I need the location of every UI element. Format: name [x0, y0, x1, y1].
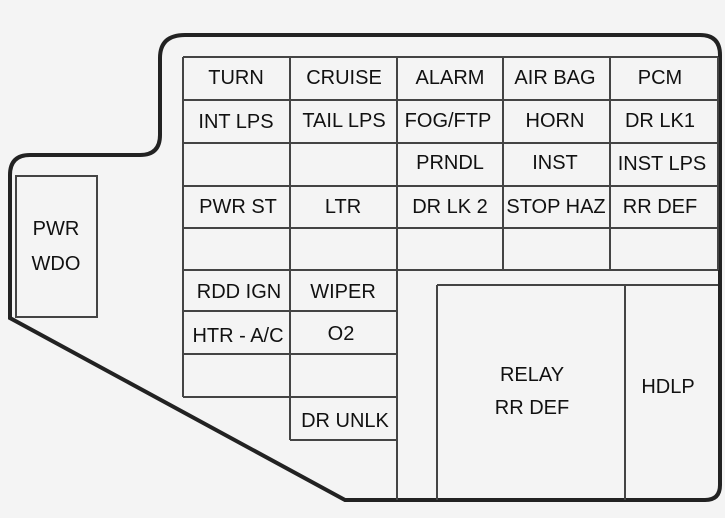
fuse-htr-ac: HTR - A/C: [192, 325, 284, 347]
fuse-stop-haz: STOP HAZ: [506, 196, 606, 218]
fuse-cruise: CRUISE: [306, 67, 382, 89]
fuse-air-bag: AIR BAG: [514, 67, 596, 89]
fuse-dr-lk-2: DR LK 2: [412, 196, 488, 218]
pwr-wdo-label-2: WDO: [31, 253, 81, 275]
fuse-horn: HORN: [525, 110, 585, 132]
relay-label-1: RELAY: [499, 364, 565, 386]
fuse-o2: O2: [327, 323, 355, 345]
fuse-tail-lps: TAIL LPS: [302, 110, 386, 132]
fuse-rdd-ign: RDD IGN: [196, 281, 282, 303]
fuse-prndl: PRNDL: [416, 152, 484, 174]
fuse-wiper: WIPER: [310, 281, 376, 303]
fuse-int-lps: INT LPS: [198, 111, 274, 133]
fuse-pcm: PCM: [637, 67, 683, 89]
pwr-wdo-block: [15, 175, 98, 318]
fuse-dr-unlk: DR UNLK: [301, 410, 389, 432]
pwr-wdo-label-1: PWR: [32, 218, 80, 240]
fuse-dr-lk1: DR LK1: [624, 110, 696, 132]
hdlp-label: HDLP: [641, 376, 695, 398]
relay-label-2: RR DEF: [494, 397, 570, 419]
fuse-inst-lps: INST LPS: [617, 153, 707, 175]
fuse-turn: TURN: [208, 67, 264, 89]
fuse-alarm: ALARM: [415, 67, 485, 89]
fuse-fog-ftp: FOG/FTP: [404, 110, 492, 132]
fuse-ltr: LTR: [324, 196, 362, 218]
fuse-pwr-st: PWR ST: [199, 196, 277, 218]
fuse-rr-def: RR DEF: [622, 196, 698, 218]
fuse-inst: INST: [532, 152, 578, 174]
